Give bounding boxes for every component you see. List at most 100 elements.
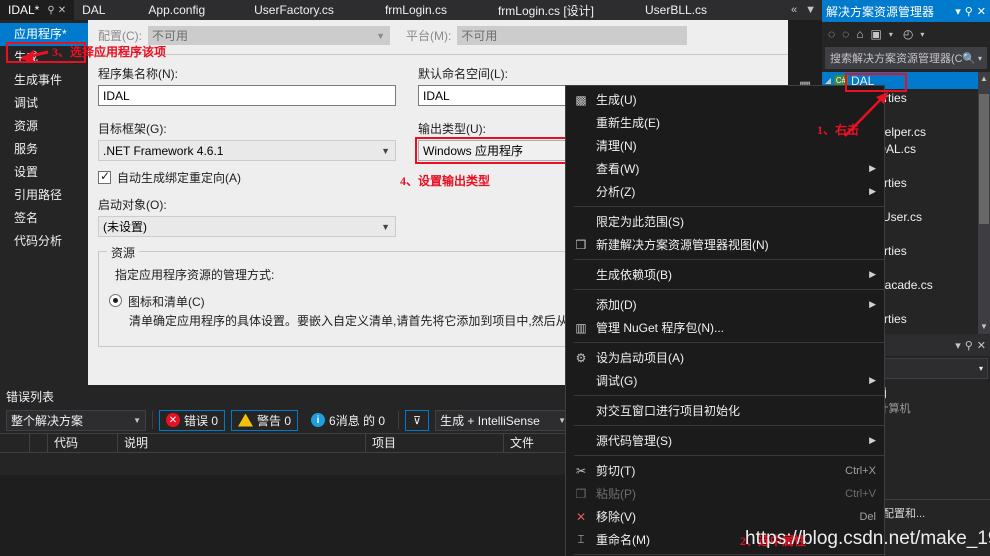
tab-appconfig[interactable]: App.config (140, 0, 218, 20)
tab-label: frmLogin.cs (384, 3, 447, 17)
back-icon[interactable]: ◌ (828, 27, 835, 41)
collapse-all-icon[interactable]: ▣ (871, 27, 882, 41)
pin-icon[interactable]: ⚲ (965, 5, 973, 18)
auto-binding-checkbox[interactable] (98, 169, 111, 184)
category-services[interactable]: 服务 (0, 138, 88, 161)
close-icon[interactable]: ✕ (977, 5, 986, 18)
category-debug[interactable]: 调试 (0, 92, 88, 115)
menu-item-cut[interactable]: ✂ 剪切(T) Ctrl+X (566, 459, 884, 482)
divider (152, 411, 153, 429)
nuget-icon: ▥ (575, 320, 587, 335)
scope-combo[interactable]: 整个解决方案 ▼ (6, 409, 146, 431)
category-reference-paths[interactable]: 引用路径 (0, 184, 88, 207)
icon-and-manifest-radio[interactable] (109, 294, 122, 307)
tab-dal[interactable]: DAL (74, 0, 118, 20)
config-combo: 不可用 ▼ (148, 26, 390, 45)
category-label: 引用路径 (14, 188, 63, 202)
assembly-name-input[interactable]: IDAL (98, 85, 396, 106)
scrollbar-thumb[interactable] (979, 94, 989, 224)
menu-separator (574, 289, 884, 290)
default-namespace-value: IDAL (423, 88, 450, 103)
menu-item-rename[interactable]: ⌶ 重命名(M) (566, 528, 884, 551)
more-icon[interactable]: ▾ (955, 5, 961, 18)
menu-item-manage-nuget[interactable]: ▥ 管理 NuGet 程序包(N)... (566, 316, 884, 339)
menu-item-paste: ❐ 粘贴(P) Ctrl+V (566, 482, 884, 505)
config-label: 配置(C): (98, 29, 142, 43)
scroll-down-icon[interactable]: ▼ (978, 320, 990, 334)
chevron-down-icon[interactable]: ▾ (920, 30, 924, 39)
chevron-down-icon[interactable]: ▾ (889, 30, 893, 39)
menu-item-rebuild[interactable]: 重新生成(E) (566, 111, 884, 134)
category-label: 代码分析 (14, 234, 63, 248)
platform-combo: 不可用 (457, 26, 688, 45)
tab-userbll[interactable]: UserBLL.cs (637, 0, 720, 20)
platform-label: 平台(M): (406, 29, 452, 43)
icon-and-manifest-label: 图标和清单(C) (128, 295, 205, 309)
pin-icon[interactable]: ⚲ (965, 339, 973, 352)
overflow-left-icon[interactable]: « (791, 4, 797, 16)
category-settings[interactable]: 设置 (0, 161, 88, 184)
errors-filter-button[interactable]: ✕ 错误 0 (159, 409, 226, 431)
forward-icon[interactable]: ◌ (842, 27, 849, 41)
output-type-combo[interactable]: Windows 应用程序 (418, 140, 578, 161)
scroll-up-icon[interactable]: ▲ (978, 72, 990, 86)
tab-label: UserFactory.cs (254, 3, 334, 17)
messages-filter-button[interactable]: i 6消息 的 0 (304, 410, 392, 431)
menu-item-scope-to-this[interactable]: 限定为此范围(S) (566, 210, 884, 233)
more-icon[interactable]: ▾ (955, 339, 961, 352)
close-icon[interactable]: ✕ (58, 5, 66, 16)
tab-list-dropdown-icon[interactable]: ▼ (805, 4, 816, 16)
submenu-arrow-icon: ▶ (869, 299, 876, 309)
menu-item-view[interactable]: 查看(W) ▶ (566, 157, 884, 180)
menu-item-analyze[interactable]: 分析(Z) ▶ (566, 180, 884, 203)
scissors-icon: ✂ (575, 463, 587, 478)
menu-item-build-dependencies[interactable]: 生成依赖项(B) ▶ (566, 263, 884, 286)
menu-item-clean[interactable]: 清理(N) (566, 134, 884, 157)
solution-explorer-scrollbar[interactable]: ▲ ▼ (978, 72, 990, 334)
error-icon: ✕ (166, 413, 180, 427)
pending-changes-icon[interactable]: ◴ (903, 27, 913, 41)
menu-item-debug[interactable]: 调试(G) ▶ (566, 369, 884, 392)
menu-item-source-control[interactable]: 源代码管理(S) ▶ (566, 429, 884, 452)
auto-binding-checkbox-row[interactable]: 自动生成绑定重定向(A) (98, 169, 396, 186)
column-description[interactable]: 说明 (118, 433, 366, 453)
category-signing[interactable]: 签名 (0, 207, 88, 230)
column-code[interactable]: 代码 (48, 433, 118, 453)
menu-item-add[interactable]: 添加(D) ▶ (566, 293, 884, 316)
startup-object-combo[interactable]: (未设置) ▼ (98, 216, 396, 237)
tab-frmlogin-design[interactable]: frmLogin.cs [设计] (490, 0, 607, 20)
category-build-events[interactable]: 生成事件 (0, 69, 88, 92)
warnings-filter-button[interactable]: 警告 0 (231, 409, 299, 431)
target-framework-combo[interactable]: .NET Framework 4.6.1 ▼ (98, 140, 396, 161)
pin-icon[interactable]: ⚲ (47, 5, 54, 16)
search-icon[interactable]: 🔍 (962, 52, 976, 65)
column-project[interactable]: 项目 (366, 433, 504, 453)
menu-item-initialize-interactive-with-project[interactable]: 对交互窗口进行项目初始化 (566, 399, 884, 422)
twisty-icon[interactable]: ◢ (822, 76, 834, 85)
tab-userfactory[interactable]: UserFactory.cs (246, 0, 347, 20)
close-icon[interactable]: ✕ (977, 339, 986, 352)
menu-item-new-solution-explorer-view[interactable]: ❒ 新建解决方案资源管理器视图(N) (566, 233, 884, 256)
chevron-down-icon[interactable]: ▾ (978, 54, 982, 63)
build-filter-combo[interactable]: 生成 + IntelliSense ▼ (435, 409, 572, 431)
messages-label: 6消息 的 0 (329, 413, 386, 428)
category-build[interactable]: 生成 (0, 46, 88, 69)
menu-item-label: 剪切(T) (596, 464, 636, 478)
category-resources[interactable]: 资源 (0, 115, 88, 138)
menu-item-accelerator: Del (859, 510, 876, 523)
tabstrip-overflow[interactable]: « ▼ (785, 0, 822, 20)
tab-frmlogin[interactable]: frmLogin.cs (377, 0, 460, 20)
menu-item-label: 新建解决方案资源管理器视图(N) (596, 238, 769, 252)
menu-item-accelerator: Ctrl+V (845, 487, 876, 500)
clear-filter-icon[interactable]: ⊽ (405, 409, 430, 431)
category-code-analysis[interactable]: 代码分析 (0, 230, 88, 253)
menu-item-remove[interactable]: ✕ 移除(V) Del (566, 505, 884, 528)
submenu-arrow-icon: ▶ (869, 163, 876, 173)
menu-item-build[interactable]: ▩ 生成(U) (566, 88, 884, 111)
tab-idal[interactable]: IDAL* ⚲ ✕ (0, 0, 75, 20)
solution-explorer-search[interactable]: 搜索解决方案资源管理器(C 🔍 ▾ (825, 47, 987, 69)
menu-separator (574, 395, 884, 396)
category-application[interactable]: 应用程序* (0, 23, 88, 46)
menu-item-set-as-startup-project[interactable]: ⚙ 设为启动项目(A) (566, 346, 884, 369)
home-icon[interactable]: ⌂ (856, 27, 863, 41)
